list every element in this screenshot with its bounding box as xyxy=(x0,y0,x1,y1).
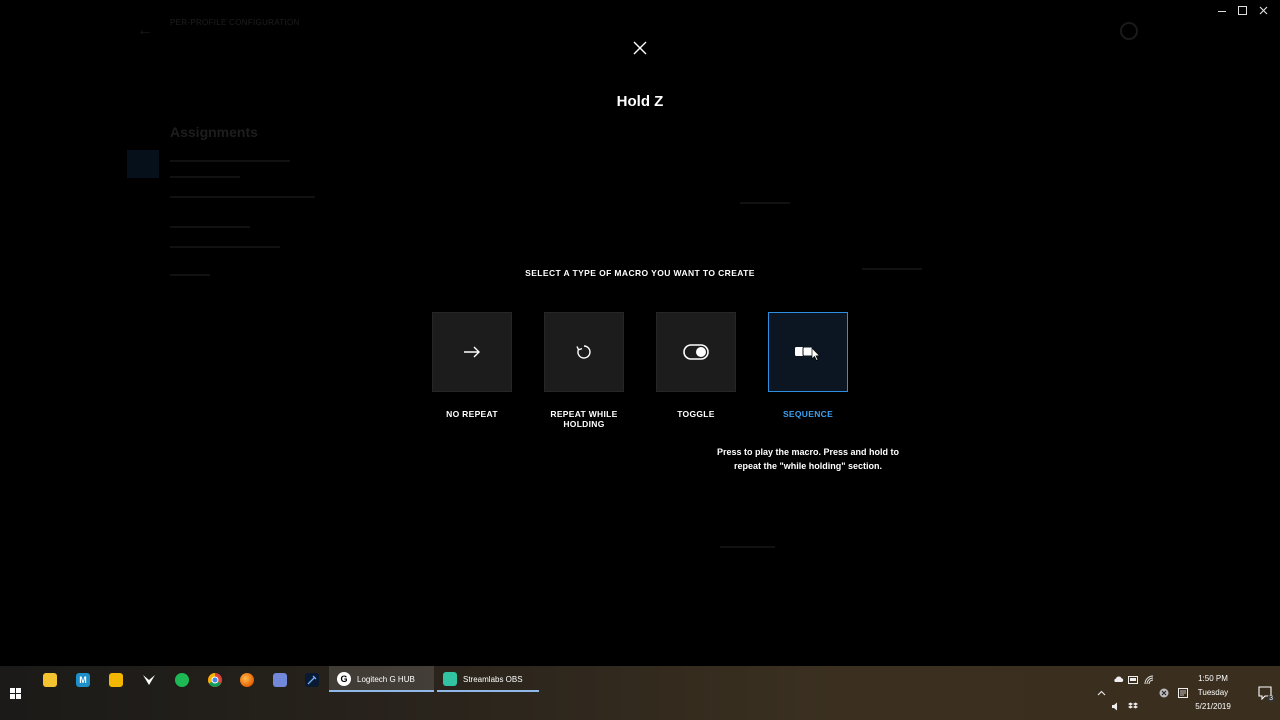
profile-line: PER-PROFILE CONFIGURATION xyxy=(170,18,300,27)
action-center-button[interactable]: 3 xyxy=(1258,686,1275,702)
option-label: REPEAT WHILE HOLDING xyxy=(550,409,618,429)
close-icon xyxy=(633,41,647,55)
option-repeat-while-holding[interactable]: REPEAT WHILE HOLDING xyxy=(544,312,624,429)
volume-tray[interactable] xyxy=(1108,693,1124,720)
taskbar-pinned-file-explorer[interactable] xyxy=(40,666,60,693)
taskbar-app-logitech-ghub[interactable]: G Logitech G HUB xyxy=(329,666,434,692)
macro-type-prompt: SELECT A TYPE OF MACRO YOU WANT TO CREAT… xyxy=(525,268,755,278)
spotify-icon xyxy=(175,672,189,687)
window-controls xyxy=(1211,2,1274,18)
arrow-right-icon xyxy=(464,346,480,358)
active-indicator xyxy=(329,690,434,692)
firefox-icon xyxy=(240,672,254,687)
maximize-button[interactable] xyxy=(1232,2,1253,18)
close-circle-icon xyxy=(1159,688,1169,698)
minimize-icon xyxy=(1217,11,1226,12)
taskbar-pinned-firefox[interactable] xyxy=(237,666,257,693)
profile-header: PER-PROFILE CONFIGURATION xyxy=(170,17,300,29)
notes-icon xyxy=(109,672,123,687)
bg-divider xyxy=(740,202,790,204)
chevron-up-icon xyxy=(1097,690,1105,696)
option-tile[interactable] xyxy=(544,312,624,392)
toggle-icon xyxy=(683,344,709,360)
windows-icon xyxy=(9,687,21,699)
back-arrow-icon: ← xyxy=(137,22,153,39)
onedrive-tray[interactable] xyxy=(1112,666,1124,693)
running-indicator xyxy=(437,690,539,692)
option-label: NO REPEAT xyxy=(446,409,498,419)
option-toggle[interactable]: TOGGLE xyxy=(656,312,736,419)
taskbar-pinned-chrome[interactable] xyxy=(205,666,225,693)
bg-divider xyxy=(170,176,240,178)
option-tile[interactable] xyxy=(432,312,512,392)
taskbar-pinned-corsair[interactable] xyxy=(139,666,159,693)
streamlabs-icon xyxy=(443,672,457,686)
bg-divider xyxy=(170,160,290,162)
maximize-icon xyxy=(1238,5,1247,15)
option-sequence[interactable]: SEQUENCE xyxy=(768,312,848,419)
clock-date: 5/21/2019 xyxy=(1195,702,1231,711)
cloud-icon xyxy=(1113,676,1123,682)
option-tile[interactable] xyxy=(656,312,736,392)
repeat-icon xyxy=(576,345,591,359)
taskbar-pinned-spotify[interactable] xyxy=(172,666,192,693)
keyboard-icon xyxy=(1128,675,1138,684)
sword-icon xyxy=(305,672,319,687)
option-no-repeat[interactable]: NO REPEAT xyxy=(432,312,512,419)
corsair-icon xyxy=(143,674,155,685)
close-icon xyxy=(1259,6,1268,14)
network-tray[interactable] xyxy=(1143,666,1155,693)
logitech-g-icon: G xyxy=(337,672,351,686)
tray-app-x[interactable] xyxy=(1157,666,1171,720)
dialog-close-button[interactable] xyxy=(631,39,649,57)
dropbox-tray[interactable] xyxy=(1126,693,1140,720)
bg-divider xyxy=(170,196,315,198)
discord-icon xyxy=(273,672,287,687)
show-hidden-icons-button[interactable] xyxy=(1094,666,1108,720)
option-label: TOGGLE xyxy=(677,409,715,419)
minimize-button[interactable] xyxy=(1211,2,1232,18)
chrome-icon xyxy=(208,672,222,687)
taskbar-pinned-notes[interactable] xyxy=(106,666,126,693)
taskbar-pinned-discord[interactable] xyxy=(270,666,290,693)
notification-count: 3 xyxy=(1267,695,1275,702)
speaker-icon xyxy=(1112,702,1117,711)
option-label: SEQUENCE xyxy=(782,409,834,419)
dialog-title: Hold Z xyxy=(616,93,664,110)
assignments-title: Assignments xyxy=(170,124,258,140)
keyboard-tray[interactable] xyxy=(1127,666,1139,693)
taskbar-pinned-sword-app[interactable] xyxy=(302,666,322,693)
sidebar-selected-icon xyxy=(127,150,159,178)
start-button[interactable] xyxy=(0,666,30,720)
taskbar-app-label: Streamlabs OBS xyxy=(463,674,523,684)
taskbar-clock[interactable]: 1:50 PM Tuesday 5/21/2019 xyxy=(1188,672,1238,714)
dropbox-icon xyxy=(1128,702,1138,709)
taskbar-app-streamlabs-obs[interactable]: Streamlabs OBS xyxy=(437,666,539,692)
sequence-icon xyxy=(795,346,821,361)
file-explorer-icon xyxy=(43,672,57,687)
settings-gear-icon xyxy=(1120,22,1138,40)
clock-day: Tuesday xyxy=(1197,688,1229,697)
taskbar-pinned-app[interactable]: M xyxy=(73,666,93,693)
bg-divider xyxy=(170,226,250,228)
taskbar-app-label: Logitech G HUB xyxy=(357,674,415,684)
ime-icon xyxy=(1178,688,1188,698)
close-window-button[interactable] xyxy=(1253,2,1274,18)
macro-description: Press to play the macro. Press and hold … xyxy=(716,447,900,471)
wifi-icon xyxy=(1144,675,1154,684)
bg-divider xyxy=(170,246,280,248)
clock-time: 1:50 PM xyxy=(1198,674,1228,683)
taskbar: M G Logitech G HUB Streamlabs OBS 1:50 P… xyxy=(0,666,1280,720)
app-icon: M xyxy=(76,672,90,687)
bg-divider xyxy=(720,546,775,548)
option-tile[interactable] xyxy=(768,312,848,392)
